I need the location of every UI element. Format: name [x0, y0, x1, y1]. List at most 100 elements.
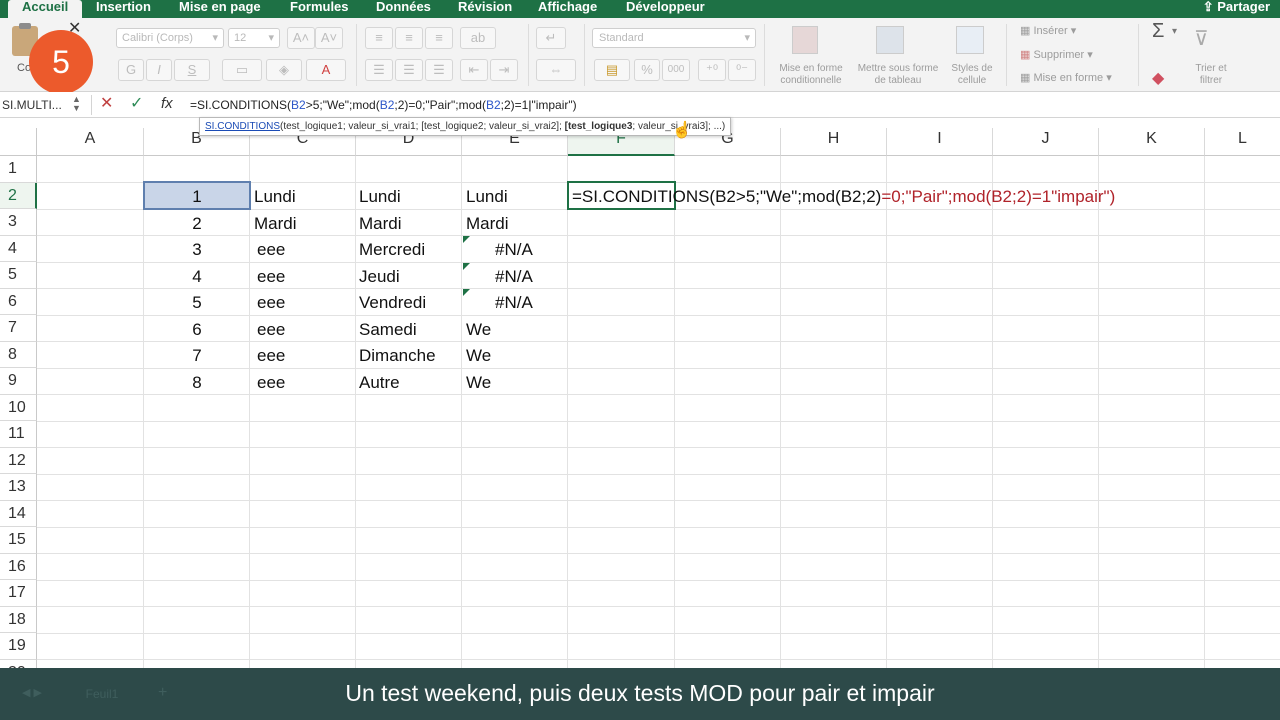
cell-c6[interactable]: eee [257, 289, 285, 316]
row-header-9[interactable]: 9 [0, 368, 37, 395]
cell-c5[interactable]: eee [257, 263, 285, 290]
align-right-icon[interactable]: ☰ [425, 59, 453, 81]
tab-mise-en-page[interactable]: Mise en page [179, 0, 261, 18]
number-format-select[interactable]: Standard ▾ [592, 28, 756, 48]
font-size-select[interactable]: 12 ▾ [228, 28, 280, 48]
underline-button[interactable]: S [174, 59, 210, 81]
cell-d2[interactable]: Lundi [359, 183, 401, 210]
percent-button[interactable]: % [634, 59, 660, 81]
wrap-text-icon[interactable]: ↵ [536, 27, 566, 49]
cell-b5[interactable]: 4 [144, 263, 250, 290]
column-header-j[interactable]: J [993, 128, 1099, 156]
conditional-format-label[interactable]: Mise en forme conditionnelle [770, 63, 852, 87]
insert-button[interactable]: ▦ Insérer ▾ [1020, 24, 1076, 37]
cell-b3[interactable]: 2 [144, 210, 250, 237]
error-indicator-icon[interactable] [463, 236, 470, 243]
column-header-k[interactable]: K [1099, 128, 1205, 156]
format-button[interactable]: ▦ Mise en forme ▾ [1020, 71, 1112, 84]
tab-developpeur[interactable]: Développeur [626, 0, 705, 18]
row-header-11[interactable]: 11 [0, 421, 37, 448]
tab-affichage[interactable]: Affichage [538, 0, 597, 18]
fx-icon[interactable]: fx [161, 94, 173, 114]
cell-d3[interactable]: Mardi [359, 210, 402, 237]
row-header-13[interactable]: 13 [0, 474, 37, 501]
cell-e7[interactable]: We [466, 316, 491, 343]
table-format-icon[interactable] [876, 26, 904, 54]
italic-button[interactable]: I [146, 59, 172, 81]
row-header-14[interactable]: 14 [0, 500, 37, 527]
orientation-icon[interactable]: ab [460, 27, 496, 49]
merge-cells-icon[interactable]: ⇔ [536, 59, 576, 81]
row-header-10[interactable]: 10 [0, 394, 37, 421]
cell-d7[interactable]: Samedi [359, 316, 417, 343]
cell-b4[interactable]: 3 [144, 236, 250, 263]
column-header-h[interactable]: H [781, 128, 887, 156]
row-header-7[interactable]: 7 [0, 315, 37, 342]
cell-d4[interactable]: Mercredi [359, 236, 425, 263]
cell-styles-label[interactable]: Styles de cellule [944, 63, 1000, 87]
cell-d9[interactable]: Autre [359, 369, 400, 396]
tab-accueil[interactable]: Accueil [8, 0, 83, 20]
tab-insertion[interactable]: Insertion [96, 0, 151, 18]
borders-icon[interactable]: ▭ [222, 59, 262, 81]
cell-c2[interactable]: Lundi [254, 183, 296, 210]
cell-c7[interactable]: eee [257, 316, 285, 343]
cell-b6[interactable]: 5 [144, 289, 250, 316]
error-indicator-icon[interactable] [463, 262, 470, 270]
fill-color-icon[interactable]: ◈ [266, 59, 302, 81]
row-header-16[interactable]: 16 [0, 553, 37, 580]
cell-e8[interactable]: We [466, 342, 491, 369]
function-name-link[interactable]: SI.CONDITIONS [205, 121, 280, 132]
indent-icon[interactable]: ⇥ [490, 59, 518, 81]
cell-b2[interactable]: 1 [144, 183, 250, 210]
currency-icon[interactable]: ▤ [594, 59, 630, 81]
row-header-2[interactable]: 2 [0, 182, 37, 209]
cell-b8[interactable]: 7 [144, 342, 250, 369]
cell-e6[interactable]: #N/A [495, 289, 533, 316]
cell-d8[interactable]: Dimanche [359, 342, 436, 369]
cell-b9[interactable]: 8 [144, 369, 250, 396]
align-left-icon[interactable]: ☰ [365, 59, 393, 81]
bold-button[interactable]: G [118, 59, 144, 81]
cell-styles-icon[interactable] [956, 26, 984, 54]
column-header-a[interactable]: A [37, 128, 144, 156]
remove-decimal-button[interactable]: ⁰⁻ [728, 59, 756, 81]
row-header-1[interactable]: 1 [0, 156, 37, 183]
align-top-icon[interactable]: ≡ [365, 27, 393, 49]
clear-icon[interactable]: ◆ [1152, 68, 1164, 88]
sort-filter-label[interactable]: Trier et filtrer [1186, 63, 1236, 87]
cell-c3[interactable]: Mardi [254, 210, 297, 237]
cancel-icon[interactable]: ✕ [100, 94, 113, 114]
row-header-5[interactable]: 5 [0, 262, 37, 289]
column-header-i[interactable]: I [887, 128, 993, 156]
cell-d5[interactable]: Jeudi [359, 263, 400, 290]
tab-revision[interactable]: Révision [458, 0, 512, 18]
cell-e5[interactable]: #N/A [495, 263, 533, 290]
row-header-8[interactable]: 8 [0, 341, 37, 368]
row-header-19[interactable]: 19 [0, 633, 37, 660]
cell-b7[interactable]: 6 [144, 316, 250, 343]
row-header-17[interactable]: 17 [0, 580, 37, 607]
align-middle-icon[interactable]: ≡ [395, 27, 423, 49]
column-header-l[interactable]: L [1205, 128, 1280, 156]
cell-f2-editor[interactable]: =SI.CONDITIONS(B2>5;"We";mod(B2;2)=0;"Pa… [572, 187, 1115, 207]
select-all-corner[interactable] [0, 128, 37, 156]
cell-d6[interactable]: Vendredi [359, 289, 426, 316]
cell-c9[interactable]: eee [257, 369, 285, 396]
autosum-icon[interactable]: Σ [1152, 20, 1164, 43]
cell-e4[interactable]: #N/A [495, 236, 533, 263]
spreadsheet-grid[interactable]: A B C D E F G H I J K L 1 2 3 4 5 6 7 8 … [0, 128, 1280, 686]
align-bottom-icon[interactable]: ≡ [425, 27, 453, 49]
row-header-12[interactable]: 12 [0, 447, 37, 474]
chevron-down-icon[interactable]: ▾ [1172, 26, 1177, 37]
cell-e9[interactable]: We [466, 369, 491, 396]
share-button[interactable]: ⇪ Partager [1203, 0, 1270, 14]
conditional-format-icon[interactable] [792, 26, 818, 54]
row-header-6[interactable]: 6 [0, 288, 37, 315]
row-header-4[interactable]: 4 [0, 235, 37, 262]
thousands-button[interactable]: 000 [662, 59, 690, 81]
row-header-15[interactable]: 15 [0, 527, 37, 554]
tab-formules[interactable]: Formules [290, 0, 349, 18]
tab-donnees[interactable]: Données [376, 0, 431, 18]
row-header-18[interactable]: 18 [0, 606, 37, 633]
